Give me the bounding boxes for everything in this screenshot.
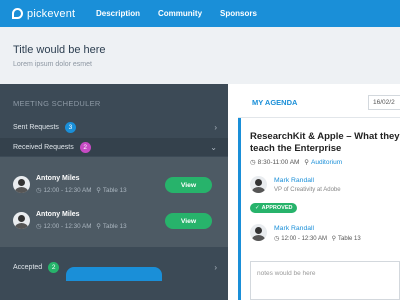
agenda-title: MY AGENDA	[252, 98, 298, 107]
event-location[interactable]: Auditorium	[311, 159, 342, 166]
clock-icon: ◷	[274, 236, 280, 242]
avatar	[13, 176, 30, 193]
logo[interactable]: pickevent	[12, 8, 96, 20]
nav-community[interactable]: Community	[158, 9, 202, 18]
nav-description[interactable]: Description	[96, 9, 140, 18]
logo-icon	[12, 8, 23, 19]
view-button[interactable]: View	[165, 177, 212, 193]
sent-requests-count-badge: 3	[64, 122, 76, 133]
bottom-action-button[interactable]	[66, 267, 162, 281]
request-item: Antony Miles ◷ 12:00 - 12:30 AM ⚲ Table 13…	[13, 172, 213, 202]
avatar	[250, 176, 267, 193]
chevron-down-icon: ⌄	[210, 142, 217, 152]
received-requests-label: Received Requests	[13, 143, 74, 151]
view-button[interactable]: View	[165, 213, 212, 229]
sent-requests-row[interactable]: Sent Requests 3 ›	[0, 120, 228, 135]
request-name: Antony Miles	[36, 175, 80, 182]
speaker-name[interactable]: Mark Randall	[274, 177, 314, 184]
divider	[238, 117, 400, 118]
notes-field[interactable]: notes would be here	[250, 261, 400, 300]
agenda-panel: MY AGENDA 16/02/2 ResearchKit & Apple – …	[228, 84, 400, 300]
request-meta: ◷ 12:00 - 12:30 AM ⚲ Table 13	[36, 223, 127, 230]
received-requests-count-badge: 2	[79, 141, 91, 153]
accepted-count-badge: 2	[48, 261, 60, 273]
meeting-item: Mark Randall ◷ 12:00 - 12:30 AM ⚲ Table 13	[250, 224, 400, 246]
chevron-right-icon: ›	[214, 262, 217, 272]
page-title: Title would be here	[13, 44, 106, 56]
location-pin-icon: ⚲	[304, 159, 310, 166]
avatar	[250, 224, 267, 241]
status-badge: ✓ APPROVED	[250, 203, 298, 213]
meeting-meta: ◷ 12:00 - 12:30 AM ⚲ Table 13	[274, 236, 361, 242]
request-item: Antony Miles ◷ 12:00 - 12:30 AM ⚲ Table 13…	[13, 208, 213, 238]
top-navbar: pickevent Description Community Sponsors	[0, 0, 400, 27]
scheduler-title: MEETING SCHEDULER	[13, 99, 101, 108]
clock-icon: ◷	[36, 223, 42, 230]
received-requests-list: Antony Miles ◷ 12:00 - 12:30 AM ⚲ Table 13…	[0, 157, 228, 247]
request-name: Antony Miles	[36, 211, 80, 218]
speaker-item: Mark Randall VP of Creativity at Adobe	[250, 176, 400, 198]
nav-sponsors[interactable]: Sponsors	[220, 9, 257, 18]
meeting-scheduler-panel: MEETING SCHEDULER Sent Requests 3 › Rece…	[0, 84, 228, 300]
check-icon: ✓	[255, 205, 260, 211]
clock-icon: ◷	[36, 187, 42, 194]
speaker-role: VP of Creativity at Adobe	[274, 187, 341, 193]
location-pin-icon: ⚲	[96, 187, 101, 194]
accepted-label: Accepted	[13, 263, 43, 271]
page-subtitle: Lorem ipsum dolor esmet	[13, 61, 92, 68]
location-pin-icon: ⚲	[331, 236, 337, 242]
clock-icon: ◷	[250, 159, 256, 166]
avatar	[13, 212, 30, 229]
main-nav: Description Community Sponsors	[96, 9, 275, 18]
request-meta: ◷ 12:00 - 12:30 AM ⚲ Table 13	[36, 187, 127, 194]
event-time: ◷ 8:30-11:00 AM ⚲ Auditorium	[250, 159, 343, 166]
title-area: Title would be here Lorem ipsum dolor es…	[0, 27, 400, 84]
sent-requests-label: Sent Requests	[13, 124, 59, 131]
date-input[interactable]: 16/02/2	[368, 95, 400, 110]
received-requests-row[interactable]: Received Requests 2 ⌄	[0, 138, 228, 156]
chevron-right-icon: ›	[214, 123, 217, 132]
agenda-accent-bar	[238, 118, 241, 300]
meeting-name[interactable]: Mark Randall	[274, 225, 314, 232]
location-pin-icon: ⚲	[96, 223, 101, 230]
event-title[interactable]: ResearchKit & Apple – What they teach th…	[250, 131, 400, 155]
logo-text: pickevent	[27, 7, 76, 20]
